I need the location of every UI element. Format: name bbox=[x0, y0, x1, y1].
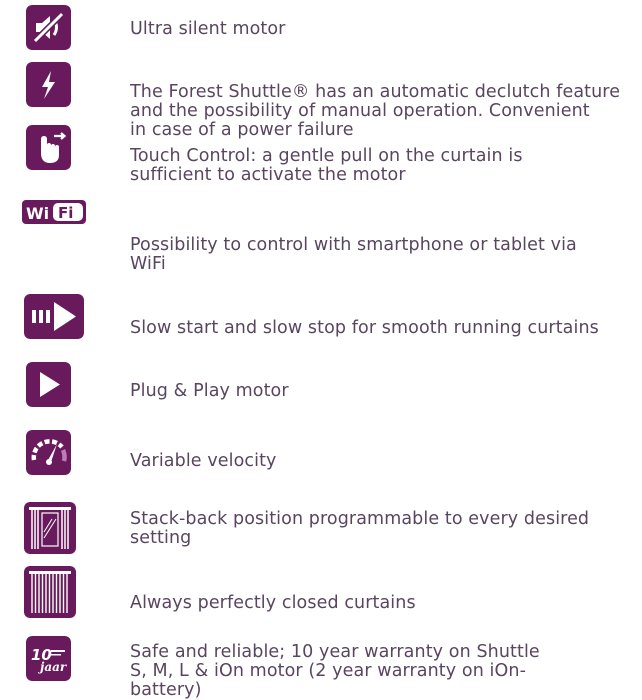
feature-text-line: Ultra silent motor bbox=[130, 20, 286, 39]
closed-curtain-icon bbox=[24, 566, 76, 618]
feature-text-line: in case of a power failure bbox=[130, 120, 354, 140]
speedometer-icon bbox=[26, 430, 71, 475]
svg-text:Fi: Fi bbox=[58, 204, 73, 222]
svg-text:jaar: jaar bbox=[38, 660, 68, 674]
stack-back-curtain-icon bbox=[24, 502, 76, 554]
feature-text-line: Touch Control: a gentle pull on the curt… bbox=[130, 147, 523, 166]
feature-text-line: sufficient to activate the motor bbox=[130, 165, 406, 185]
feature-text-line: Stack-back position programmable to ever… bbox=[130, 510, 590, 529]
feature-text-line: battery) bbox=[130, 680, 202, 700]
mute-speaker-icon bbox=[26, 5, 71, 50]
lightning-bolt-icon bbox=[26, 62, 71, 107]
feature-text-line: The Forest Shuttle® has an automatic dec… bbox=[130, 83, 621, 102]
feature-text-line: Variable velocity bbox=[130, 452, 277, 471]
feature-text-line: Always perfectly closed curtains bbox=[130, 594, 416, 613]
feature-text-line: Possibility to control with smartphone o… bbox=[130, 236, 577, 255]
feature-text-line: Safe and reliable; 10 year warranty on S… bbox=[130, 643, 540, 662]
svg-text:Wi: Wi bbox=[26, 204, 49, 223]
feature-text-line: S, M, L & iOn motor (2 year warranty on … bbox=[130, 661, 526, 681]
slow-start-icon bbox=[24, 294, 84, 339]
feature-list: Ultra silent motor The Forest Shuttle® h… bbox=[0, 0, 642, 700]
feature-text-line: and the possibility of manual operation.… bbox=[130, 101, 590, 121]
touch-hand-icon bbox=[26, 125, 71, 170]
feature-text-line: Plug & Play motor bbox=[130, 382, 289, 401]
feature-text-line: Slow start and slow stop for smooth runn… bbox=[130, 319, 599, 338]
warranty-badge-icon: 10 jaar bbox=[26, 636, 71, 681]
play-icon bbox=[26, 362, 71, 407]
feature-text-line: WiFi bbox=[130, 254, 166, 274]
wifi-icon: Wi Fi bbox=[22, 190, 86, 235]
feature-text-line: setting bbox=[130, 528, 192, 548]
